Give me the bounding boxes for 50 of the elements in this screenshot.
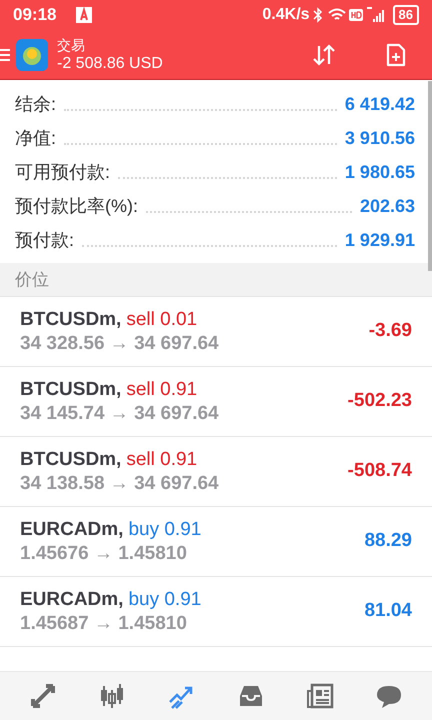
profit-value: -3.69 bbox=[368, 319, 412, 344]
order-type: buy 0.91 bbox=[128, 518, 202, 542]
summary-value: 202.63 bbox=[360, 194, 415, 218]
screen-title: 交易 bbox=[57, 36, 86, 54]
sort-icon[interactable] bbox=[312, 44, 336, 66]
profit-value: 81.04 bbox=[364, 599, 412, 624]
price-range: 34 138.58 → 34 697.64 bbox=[20, 472, 220, 496]
profit-value: 88.29 bbox=[364, 529, 412, 554]
order-type: sell 0.91 bbox=[126, 378, 198, 402]
order-type: sell 0.01 bbox=[126, 308, 198, 332]
position-row[interactable]: BTCUSDm, sell 0.91 34 138.58 → 34 697.64 -508.74 bbox=[0, 437, 432, 507]
position-row[interactable]: EURCADm, buy 0.91 1.45676 → 1.45810 88.29 bbox=[0, 507, 432, 577]
position-row[interactable]: BTCUSDm, sell 0.91 34 145.74 → 34 697.64 -502.23 bbox=[0, 367, 432, 437]
clock: 09:18 bbox=[13, 4, 56, 26]
balance-text: -2 508.86 USD bbox=[57, 54, 163, 74]
notification-icon bbox=[76, 7, 92, 23]
symbol-name: BTCUSDm, bbox=[20, 448, 122, 472]
order-type: sell 0.91 bbox=[126, 448, 198, 472]
position-row[interactable]: EURCADm, buy 0.91 1.45687 → 1.45810 81.04 bbox=[0, 577, 432, 647]
price-range: 34 145.74 → 34 697.64 bbox=[20, 402, 220, 426]
summary-label: 可用预付款: bbox=[15, 160, 110, 184]
network-speed: 0.4K/s bbox=[262, 5, 310, 25]
summary-value: 3 910.56 bbox=[344, 126, 415, 150]
price-range: 1.45687 → 1.45810 bbox=[20, 612, 188, 636]
summary-value: 1 980.65 bbox=[344, 160, 415, 184]
profit-value: -508.74 bbox=[348, 459, 412, 484]
summary-label: 净值: bbox=[15, 126, 56, 150]
symbol-name: BTCUSDm, bbox=[20, 308, 122, 332]
summary-value: 1 929.91 bbox=[344, 228, 415, 252]
battery-level: 86 bbox=[392, 5, 419, 25]
menu-icon[interactable] bbox=[0, 46, 10, 62]
signal-icon bbox=[364, 7, 387, 23]
order-type: buy 0.91 bbox=[128, 588, 202, 612]
symbol-name: EURCADm, bbox=[20, 518, 124, 542]
new-document-icon[interactable] bbox=[386, 42, 406, 66]
summary-label: 结余: bbox=[15, 92, 56, 116]
price-range: 1.45676 → 1.45810 bbox=[20, 542, 188, 566]
arrows-icon[interactable] bbox=[28, 682, 57, 710]
summary-label: 预付款: bbox=[15, 228, 74, 252]
summary-label: 预付款比率(%): bbox=[15, 194, 138, 218]
newspaper-icon[interactable] bbox=[306, 682, 334, 710]
profit-value: -502.23 bbox=[348, 389, 412, 414]
price-range: 34 328.56 → 34 697.64 bbox=[20, 332, 220, 356]
hd-icon bbox=[348, 9, 363, 21]
section-title: 价位 bbox=[15, 268, 49, 291]
symbol-name: BTCUSDm, bbox=[20, 378, 122, 402]
position-row[interactable]: BTCUSDm, sell 0.01 34 328.56 → 34 697.64 -3.69 bbox=[0, 297, 432, 367]
symbol-name: EURCADm, bbox=[20, 588, 124, 612]
bluetooth-icon bbox=[312, 7, 323, 23]
summary-value: 6 419.42 bbox=[344, 92, 415, 116]
